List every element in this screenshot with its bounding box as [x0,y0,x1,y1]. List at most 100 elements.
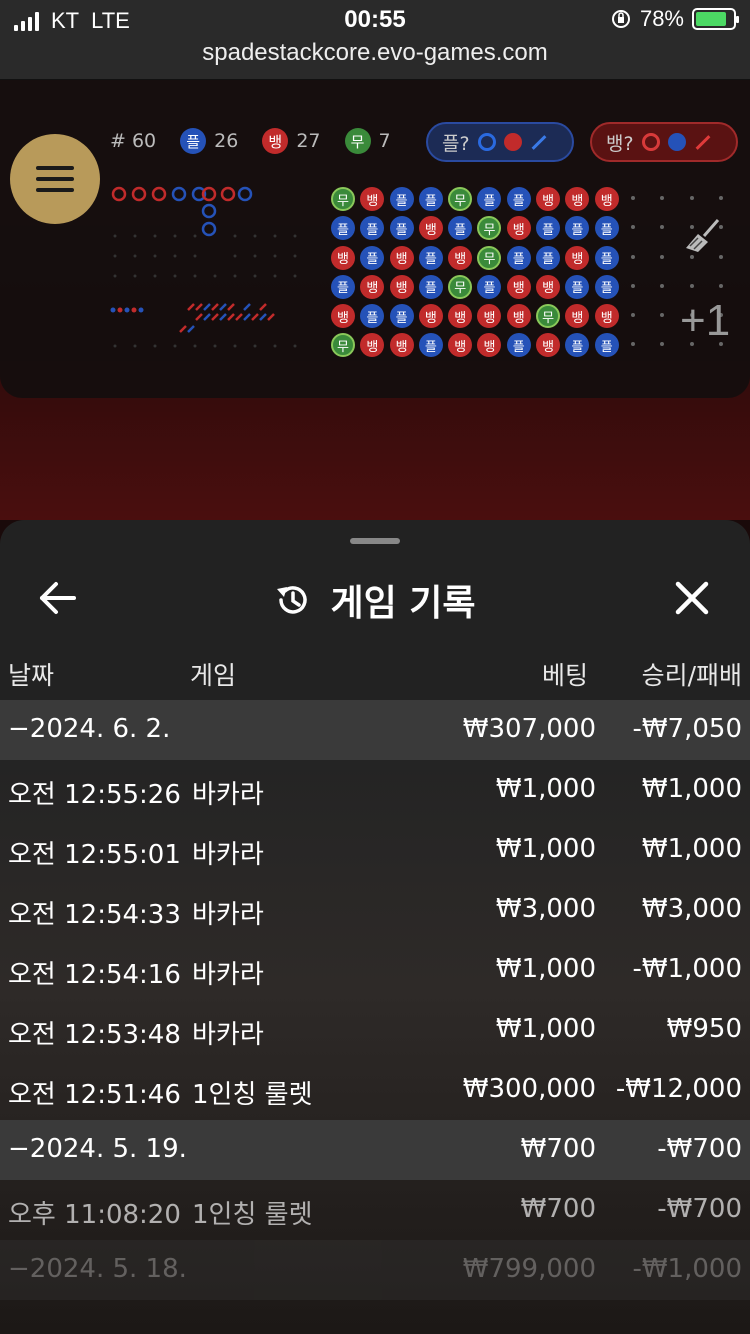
bet-amount: ₩1,000 [495,1014,596,1044]
date-group-row[interactable]: −2024. 5. 19. ₩700 -₩700 [0,1120,750,1180]
player-bead: 플 [389,187,414,211]
col-result: 승리/패배 [641,661,742,690]
history-row[interactable]: 오전 12:54:16 바카라 ₩1,000 -₩1,000 [0,940,750,1000]
sheet-title-wrap: 게임 기록 [0,574,750,626]
result-amount: -₩12,000 [615,1074,742,1104]
empty-cell-dot [631,225,635,230]
banker-bead: 뱅 [331,245,355,270]
tie-bead: 무 [448,187,473,211]
dot-icon [503,133,522,151]
bet-amount: ₩1,000 [495,774,596,804]
player-bead: 플 [418,245,443,270]
sheet-grabber[interactable] [350,538,400,544]
ring-icon [477,133,496,151]
banker-bead: 뱅 [360,187,385,211]
tie-bead: 무 [536,304,561,329]
round-number: # 60 [110,130,157,152]
banker-ask-label: 뱅? [606,132,634,155]
battery-percent: 78% [639,6,684,31]
rotation-lock-icon [611,10,630,28]
banker-bead: 뱅 [418,216,443,241]
player-bead: 플 [477,187,502,211]
game-name: 바카라 [192,780,264,810]
player-bead: 플 [389,304,414,329]
time-label: 오전 12:55:26 [8,780,181,810]
empty-cell-dot [689,283,694,288]
slash-icon [695,134,711,150]
date-label: −2024. 5. 19. [8,1134,187,1164]
banker-ask-button[interactable]: 뱅? [590,122,738,162]
history-sheet: 게임 기록 날짜 게임 베팅 승리/패배 −2024. 6. 2. ₩307,00… [0,520,750,1334]
sheet-title: 게임 기록 [330,583,476,624]
history-row[interactable]: 오전 12:51:46 1인칭 룰렛 ₩300,000 -₩12,000 [0,1060,750,1120]
banker-bead: 뱅 [506,304,531,329]
big-road [110,186,297,348]
player-count: 26 [214,130,239,152]
date-group-row[interactable]: −2024. 5. 18. ₩799,000 -₩1,000 [0,1240,750,1300]
player-bead: 플 [506,187,531,211]
game-name: 바카라 [192,1020,264,1050]
player-bead: 플 [418,333,443,358]
game-area: # 60 플 26 뱅 27 무 7 플? 뱅? 무 뱅 플 플 무 플 플 뱅… [0,80,750,520]
banker-bead: 뱅 [594,187,619,211]
banker-bead: 뱅 [536,274,561,299]
player-bead: 플 [331,274,355,299]
game-name: 바카라 [192,960,264,990]
history-row[interactable]: 오전 12:55:26 바카라 ₩1,000 ₩1,000 [0,760,750,820]
tie-bead: 무 [477,245,502,270]
banker-bead: 뱅 [506,216,531,241]
game-name: 바카라 [192,840,264,870]
banker-bead: 뱅 [418,304,443,329]
empty-cell-dot [718,196,723,200]
history-row[interactable]: 오전 12:53:48 바카라 ₩1,000 ₩950 [0,1000,750,1060]
game-name: 1인칭 룰렛 [192,1200,313,1230]
tie-badge: 무 [344,128,371,154]
tie-bead: 무 [448,274,473,299]
bet-amount: ₩3,000 [495,894,596,924]
bet-amount: ₩700 [520,1134,596,1164]
close-icon[interactable] [670,576,714,620]
history-list: −2024. 6. 2. ₩307,000 -₩7,050 오전 12:55:26 바카… [0,700,750,1300]
col-bet: 베팅 [541,661,588,690]
history-row[interactable]: 오전 12:54:33 바카라 ₩3,000 ₩3,000 [0,880,750,940]
url-bar[interactable]: spadestackcore.evo-games.com [0,40,750,80]
banker-bead: 뱅 [389,245,414,270]
history-row[interactable]: 오전 12:55:01 바카라 ₩1,000 ₩1,000 [0,820,750,880]
ring-icon [641,133,660,151]
hamburger-icon [36,166,74,192]
empty-cell-dot [631,254,635,259]
player-bead: 플 [594,216,619,241]
banker-bead: 뱅 [594,304,619,329]
history-row[interactable]: 오후 11:08:20 1인칭 룰렛 ₩700 -₩700 [0,1180,750,1240]
player-ask-label: 플? [442,132,470,155]
result-amount: ₩1,000 [641,834,742,864]
result-amount: -₩1,000 [632,954,742,984]
empty-cell-dot [660,313,665,318]
player-bead: 플 [477,274,502,299]
round-stats: # 60 플 26 뱅 27 무 7 [110,128,407,154]
player-bead: 플 [594,245,619,270]
player-bead: 플 [360,216,385,241]
menu-button[interactable] [10,134,100,224]
history-icon [277,586,308,614]
player-bead: 플 [565,274,590,299]
bet-amount: ₩1,000 [495,954,596,984]
date-group-row[interactable]: −2024. 6. 2. ₩307,000 -₩7,050 [0,700,750,760]
empty-cell-dot [660,225,665,230]
column-headers: 날짜 게임 베팅 승리/패배 [0,648,750,700]
banker-bead: 뱅 [448,333,473,358]
banker-bead: 뱅 [536,333,561,358]
player-bead: 플 [360,245,385,270]
banker-bead: 뱅 [565,187,590,211]
banker-bead: 뱅 [448,304,473,329]
col-date: 날짜 [8,661,55,690]
broom-icon[interactable] [684,216,724,256]
result-amount: ₩950 [666,1014,742,1044]
time-label: 오후 11:08:20 [8,1200,181,1230]
banker-bead: 뱅 [360,274,385,299]
player-bead: 플 [565,216,590,241]
empty-cell-dot [660,342,665,347]
banker-badge: 뱅 [262,128,289,154]
player-ask-button[interactable]: 플? [426,122,574,162]
time-label: 오전 12:54:16 [8,960,181,990]
